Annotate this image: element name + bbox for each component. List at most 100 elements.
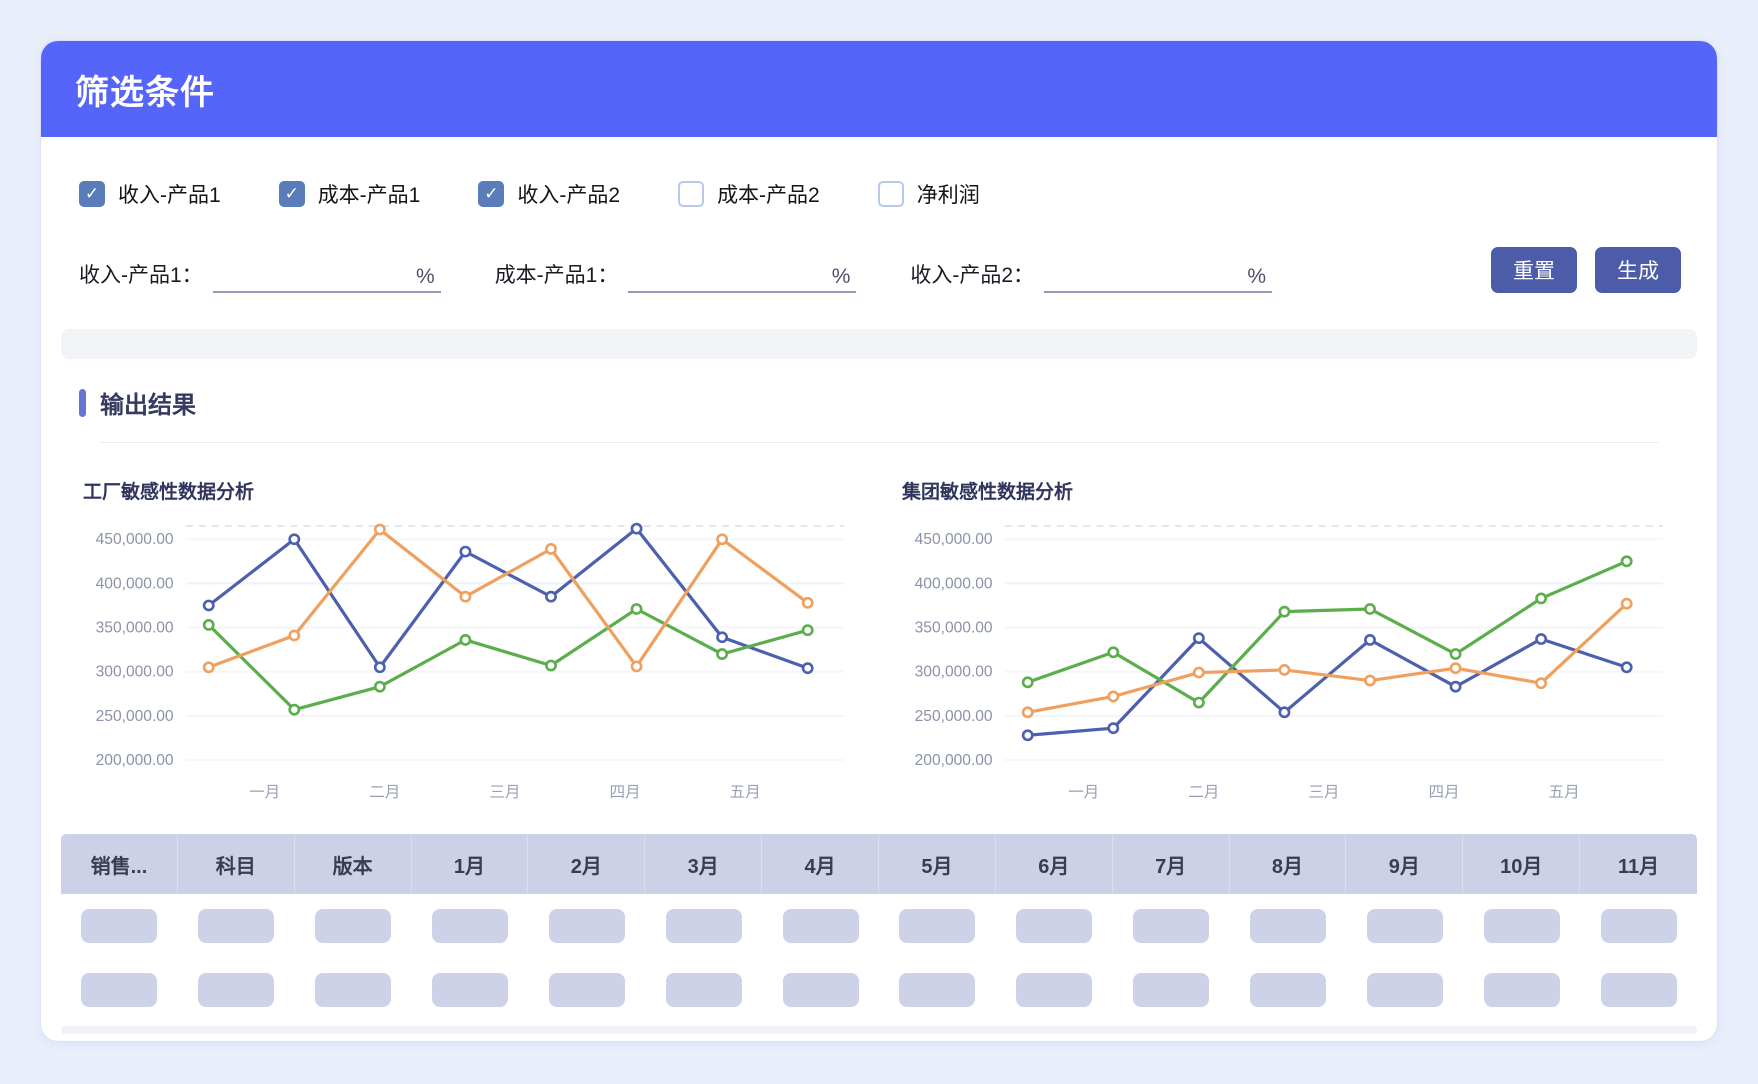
checkbox-checked-icon[interactable]: ✓ xyxy=(79,181,105,207)
data-point-marker xyxy=(1622,663,1631,672)
checkbox-unchecked-icon[interactable] xyxy=(878,181,904,207)
data-point-marker xyxy=(290,705,299,714)
skeleton-placeholder xyxy=(1016,973,1092,1007)
filter-checkbox-item[interactable]: ✓收入-产品2 xyxy=(478,179,620,209)
percent-input[interactable] xyxy=(1044,261,1245,289)
skeleton-placeholder xyxy=(1133,909,1209,943)
table-header-cell: 5月 xyxy=(879,834,996,894)
skeleton-placeholder xyxy=(315,973,391,1007)
output-section-title: 输出结果 xyxy=(100,385,196,420)
percent-suffix: % xyxy=(414,265,441,289)
table-header-cell: 11月 xyxy=(1580,834,1697,894)
skeleton-placeholder xyxy=(666,909,742,943)
percent-input[interactable] xyxy=(628,261,829,289)
table-header-cell: 7月 xyxy=(1113,834,1230,894)
checkbox-label: 成本-产品1 xyxy=(318,179,421,209)
table-header-cell: 10月 xyxy=(1463,834,1580,894)
table-cell xyxy=(178,894,295,958)
filter-checkbox-item[interactable]: 净利润 xyxy=(878,179,980,209)
y-axis-tick-label: 400,000.00 xyxy=(915,575,993,592)
percent-input-group: 成本-产品1：% xyxy=(495,259,857,293)
data-point-marker xyxy=(1194,634,1203,643)
data-point-marker xyxy=(546,544,555,553)
data-point-marker xyxy=(803,598,812,607)
table-header-cell: 1月 xyxy=(412,834,529,894)
data-point-marker xyxy=(461,547,470,556)
input-row: 收入-产品1：%成本-产品1：%收入-产品2：% 重置 生成 xyxy=(79,247,1681,293)
data-point-marker xyxy=(375,525,384,534)
checkbox-unchecked-icon[interactable] xyxy=(678,181,704,207)
table-cell xyxy=(996,894,1113,958)
skeleton-placeholder xyxy=(1601,973,1677,1007)
table-cell xyxy=(61,958,178,1022)
input-label: 收入-产品2： xyxy=(910,259,1034,293)
checkbox-label: 收入-产品1 xyxy=(118,179,221,209)
filter-checkbox-item[interactable]: 成本-产品2 xyxy=(678,179,820,209)
x-axis-tick-label: 一月 xyxy=(1068,784,1099,801)
data-point-marker xyxy=(1451,682,1460,691)
skeleton-placeholder xyxy=(1133,973,1209,1007)
table-header-cell: 版本 xyxy=(295,834,412,894)
skeleton-placeholder xyxy=(1250,909,1326,943)
y-axis-tick-label: 250,000.00 xyxy=(915,708,993,725)
charts-row: 工厂敏感性数据分析450,000.00400,000.00350,000.003… xyxy=(41,443,1717,810)
x-axis-tick-label: 三月 xyxy=(1308,784,1339,801)
skeleton-placeholder xyxy=(783,973,859,1007)
filter-checkbox-item[interactable]: ✓ 收入-产品1 xyxy=(79,179,221,209)
table-body xyxy=(61,894,1697,1022)
chart-block: 集团敏感性数据分析450,000.00400,000.00350,000.003… xyxy=(896,443,1681,810)
reset-button[interactable]: 重置 xyxy=(1491,247,1577,293)
table-row xyxy=(61,894,1697,958)
data-point-marker xyxy=(803,626,812,635)
generate-button[interactable]: 生成 xyxy=(1595,247,1681,293)
table-cell xyxy=(645,894,762,958)
data-point-marker xyxy=(1194,668,1203,677)
data-point-marker xyxy=(290,631,299,640)
data-point-marker xyxy=(717,535,726,544)
line-series xyxy=(209,609,808,710)
table-cell xyxy=(1346,958,1463,1022)
data-point-marker xyxy=(546,661,555,670)
checkbox-checked-icon[interactable]: ✓ xyxy=(478,181,504,207)
table-cell xyxy=(1580,894,1697,958)
section-accent-bar xyxy=(79,389,86,417)
filter-panel-header: 筛选条件 xyxy=(41,41,1717,137)
skeleton-placeholder xyxy=(1250,973,1326,1007)
skeleton-placeholder xyxy=(1367,973,1443,1007)
filter-section: ✓ 收入-产品1 ✓ 成本-产品1 ✓收入-产品2 成本-产品2 净利润 收入-产品1：% 成… xyxy=(41,137,1717,329)
input-label: 收入-产品1： xyxy=(79,259,203,293)
checkbox-label: 净利润 xyxy=(917,179,980,209)
input-groups: 收入-产品1：%成本-产品1：%收入-产品2：% xyxy=(79,259,1326,293)
data-point-marker xyxy=(1280,708,1289,717)
table-cell xyxy=(1463,894,1580,958)
checkbox-label: 成本-产品2 xyxy=(717,179,820,209)
y-axis-tick-label: 450,000.00 xyxy=(96,531,174,548)
data-point-marker xyxy=(1536,679,1545,688)
y-axis-tick-label: 350,000.00 xyxy=(915,620,993,637)
x-axis-tick-label: 五月 xyxy=(730,784,761,801)
page-title: 筛选条件 xyxy=(75,65,215,114)
data-point-marker xyxy=(290,535,299,544)
filter-checkbox-item[interactable]: ✓ 成本-产品1 xyxy=(279,179,421,209)
table-header-cell: 销售... xyxy=(61,834,178,894)
chart-title: 集团敏感性数据分析 xyxy=(902,477,1681,504)
data-point-marker xyxy=(1451,649,1460,658)
percent-input[interactable] xyxy=(213,261,414,289)
data-point-marker xyxy=(546,592,555,601)
table-cell xyxy=(879,894,996,958)
underline-input-wrap: % xyxy=(213,261,441,293)
data-point-marker xyxy=(1194,698,1203,707)
data-point-marker xyxy=(632,524,641,533)
data-point-marker xyxy=(1280,665,1289,674)
table-cell xyxy=(295,958,412,1022)
table-cell xyxy=(762,894,879,958)
chart-block: 工厂敏感性数据分析450,000.00400,000.00350,000.003… xyxy=(77,443,862,810)
table-horizontal-scrollbar[interactable] xyxy=(61,1026,1697,1034)
skeleton-placeholder xyxy=(81,973,157,1007)
table-cell xyxy=(61,894,178,958)
table-header-cell: 3月 xyxy=(645,834,762,894)
y-axis-tick-label: 350,000.00 xyxy=(96,620,174,637)
data-point-marker xyxy=(1365,604,1374,613)
data-point-marker xyxy=(461,592,470,601)
checkbox-checked-icon[interactable]: ✓ xyxy=(279,181,305,207)
